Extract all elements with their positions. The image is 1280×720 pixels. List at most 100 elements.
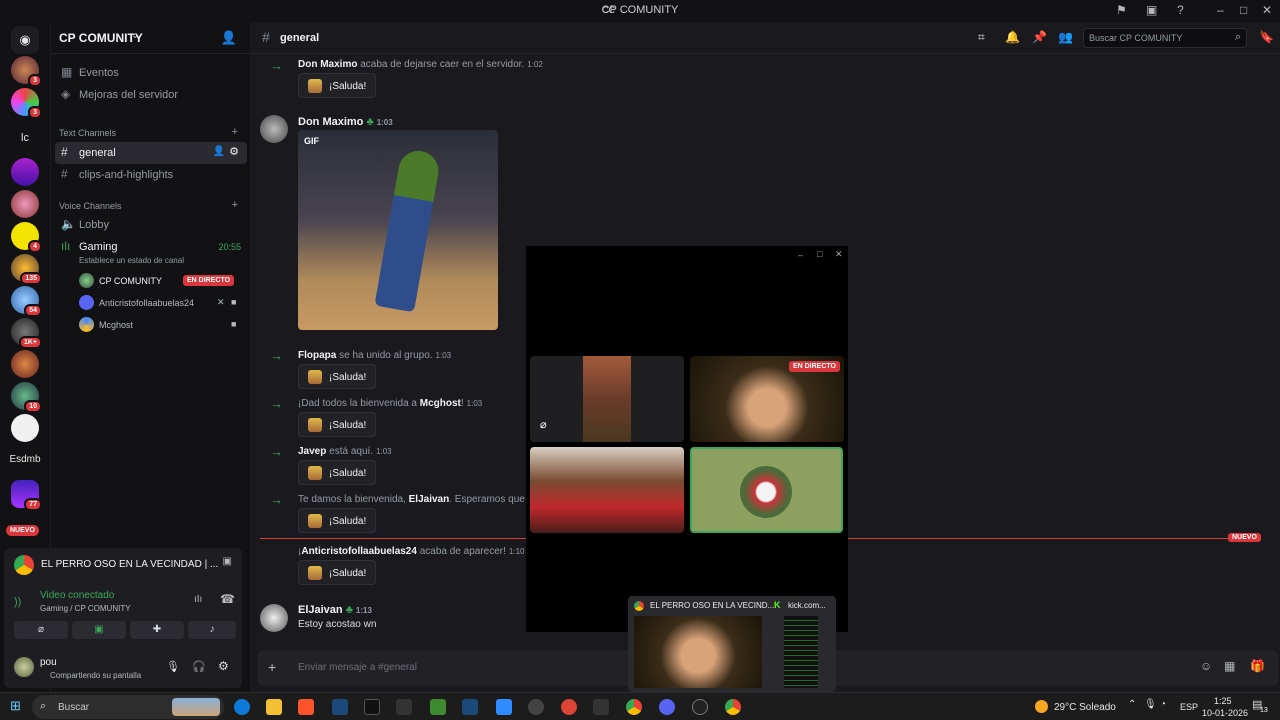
avatar[interactable] bbox=[260, 115, 288, 143]
brave-icon[interactable] bbox=[298, 699, 314, 715]
thumbnail-title[interactable]: kick.com... bbox=[788, 601, 826, 610]
wave-button[interactable]: ¡Saluda! bbox=[298, 508, 376, 533]
video-tile[interactable]: ⌀ bbox=[530, 356, 684, 442]
avatar[interactable] bbox=[260, 604, 288, 632]
video-tile[interactable] bbox=[530, 447, 684, 533]
chrome-icon[interactable] bbox=[626, 699, 642, 715]
server-icon[interactable]: 135 bbox=[11, 254, 42, 285]
close-icon[interactable]: ✕ bbox=[835, 249, 843, 260]
thumbnail-title[interactable]: EL PERRO OSO EN LA VECIND... bbox=[650, 601, 774, 610]
gear-icon[interactable]: ⚙ bbox=[218, 659, 229, 673]
help-icon[interactable]: ? bbox=[1177, 3, 1184, 17]
minimize-icon[interactable]: – bbox=[798, 250, 803, 260]
activity-title[interactable]: EL PERRO OSO EN LA VECINDAD | ... bbox=[41, 559, 218, 570]
noise-suppression-icon[interactable]: ıIı bbox=[194, 594, 202, 605]
microphone-icon[interactable]: 🎙 bbox=[166, 660, 180, 673]
stream-tile[interactable]: EN DIRECTO bbox=[690, 356, 844, 442]
message-author[interactable]: Don Maximo ♣ 1:03 bbox=[298, 116, 393, 128]
sidebar-item-clips[interactable]: # clips-and-highlights bbox=[55, 164, 247, 186]
wave-button[interactable]: ¡Saluda! bbox=[298, 560, 376, 585]
wave-button[interactable]: ¡Saluda! bbox=[298, 364, 376, 389]
search-input[interactable]: Buscar CP COMUNITY ⌕ bbox=[1083, 28, 1247, 48]
inbox-flag-icon[interactable]: ⚑ bbox=[1116, 3, 1127, 17]
sidebar-item-gaming[interactable]: ılı Gaming 20:55 bbox=[55, 236, 247, 258]
taskbar-search[interactable]: ⌕ Buscar bbox=[32, 695, 224, 719]
discord-home-icon[interactable]: ◉ bbox=[11, 26, 39, 54]
app-icon[interactable] bbox=[234, 699, 250, 715]
windows-start-icon[interactable]: ⊞ bbox=[10, 698, 21, 714]
server-icon[interactable]: 1K+ bbox=[11, 318, 42, 349]
wifi-icon[interactable]: ◔ bbox=[1160, 699, 1166, 710]
server-icon[interactable] bbox=[11, 190, 39, 218]
minimize-icon[interactable]: – bbox=[1217, 3, 1224, 17]
weather-text[interactable]: 29°C Soleado bbox=[1054, 702, 1116, 713]
voice-user[interactable]: CP COMUNITY EN DIRECTO bbox=[79, 270, 243, 290]
language-indicator[interactable]: ESP bbox=[1180, 702, 1198, 712]
minecraft-icon[interactable] bbox=[430, 699, 446, 715]
sidebar-item-boosts[interactable]: ◈ Mejoras del servidor bbox=[55, 84, 247, 106]
server-icon[interactable]: 3 bbox=[11, 88, 42, 119]
epic-games-icon[interactable] bbox=[396, 699, 412, 715]
tiktok-icon[interactable] bbox=[364, 699, 380, 715]
category-voice-channels[interactable]: Voice Channels bbox=[59, 201, 122, 211]
add-attachment-icon[interactable]: + bbox=[268, 659, 276, 675]
server-icon[interactable]: 54 bbox=[11, 286, 42, 317]
wave-button[interactable]: ¡Saluda! bbox=[298, 73, 376, 98]
threads-icon[interactable]: ⌗ bbox=[978, 30, 985, 45]
server-initials[interactable]: Esdmb bbox=[0, 454, 50, 465]
server-icon[interactable] bbox=[11, 158, 39, 186]
server-icon[interactable] bbox=[11, 414, 39, 442]
bell-icon[interactable]: 🔔 bbox=[1005, 30, 1020, 44]
gear-icon[interactable]: ⚙ bbox=[229, 145, 239, 158]
microphone-icon[interactable]: 🎙 bbox=[1144, 699, 1157, 710]
headphones-icon[interactable]: 🎧 bbox=[192, 660, 206, 673]
inbox-icon[interactable]: 🔖 bbox=[1259, 30, 1274, 44]
voice-user[interactable]: Anticristofollaabuelas24 ✕ ■ bbox=[79, 292, 243, 312]
disconnect-icon[interactable]: ☎ bbox=[220, 592, 235, 606]
create-channel-icon[interactable]: + bbox=[232, 199, 238, 211]
screen-share-icon[interactable]: ▣ bbox=[1146, 3, 1157, 17]
steam-icon[interactable] bbox=[462, 699, 478, 715]
screen-share-button[interactable]: ▣ bbox=[72, 621, 126, 639]
emoji-icon[interactable]: ☺ bbox=[1200, 659, 1212, 673]
wave-button[interactable]: ¡Saluda! bbox=[298, 412, 376, 437]
activities-button[interactable]: ✚ bbox=[130, 621, 184, 639]
sticker-icon[interactable]: ▦ bbox=[1224, 659, 1235, 673]
message-author[interactable]: ElJaivan ♣ 1:13 bbox=[298, 604, 372, 616]
soundboard-button[interactable]: ♪ bbox=[188, 621, 236, 639]
invite-icon[interactable]: 👤 bbox=[213, 146, 225, 157]
server-icon[interactable] bbox=[11, 350, 39, 378]
maximize-icon[interactable]: □ bbox=[817, 249, 822, 259]
discord-icon[interactable] bbox=[659, 699, 675, 715]
thumbnail-preview[interactable] bbox=[634, 616, 762, 688]
steam-icon[interactable] bbox=[332, 699, 348, 715]
voice-user[interactable]: Mcghost ■ bbox=[79, 314, 243, 334]
app-icon[interactable] bbox=[528, 699, 544, 715]
server-icon[interactable]: 3 bbox=[11, 56, 42, 87]
maximize-icon[interactable]: □ bbox=[1240, 3, 1247, 17]
zoom-icon[interactable] bbox=[496, 699, 512, 715]
create-channel-icon[interactable]: + bbox=[232, 126, 238, 138]
gift-icon[interactable]: 🎁 bbox=[1250, 659, 1265, 673]
member-list-icon[interactable]: 👥 bbox=[1058, 30, 1073, 44]
sidebar-item-events[interactable]: ▦ Eventos bbox=[55, 62, 247, 84]
clock-date[interactable]: 10-01-2026 bbox=[1202, 708, 1248, 718]
server-icon[interactable]: 4 bbox=[11, 222, 42, 253]
server-icon[interactable]: 10 bbox=[11, 382, 42, 413]
composer-input[interactable]: Enviar mensaje a #general bbox=[298, 662, 417, 673]
minimize-activity-icon[interactable]: ▣ bbox=[223, 556, 232, 567]
clock-time[interactable]: 1:25 bbox=[1214, 696, 1232, 706]
chrome-icon[interactable] bbox=[725, 699, 741, 715]
invite-people-icon[interactable]: 👤 bbox=[221, 30, 237, 46]
video-tile-speaking[interactable] bbox=[690, 447, 843, 533]
folder-icon[interactable] bbox=[266, 699, 282, 715]
new-servers-badge[interactable]: NUEVO bbox=[6, 525, 39, 536]
epic-games-icon[interactable] bbox=[593, 699, 609, 715]
server-initials[interactable]: lc bbox=[0, 132, 50, 144]
voice-channel-path[interactable]: Gaming / CP COMUNITY bbox=[40, 604, 131, 613]
server-header[interactable]: CP COMUNITY ⌄ 👤 bbox=[51, 22, 251, 54]
thumbnail-preview[interactable] bbox=[784, 616, 818, 688]
avatar[interactable] bbox=[14, 657, 34, 677]
app-icon[interactable] bbox=[561, 699, 577, 715]
close-icon[interactable]: ✕ bbox=[1262, 3, 1272, 17]
